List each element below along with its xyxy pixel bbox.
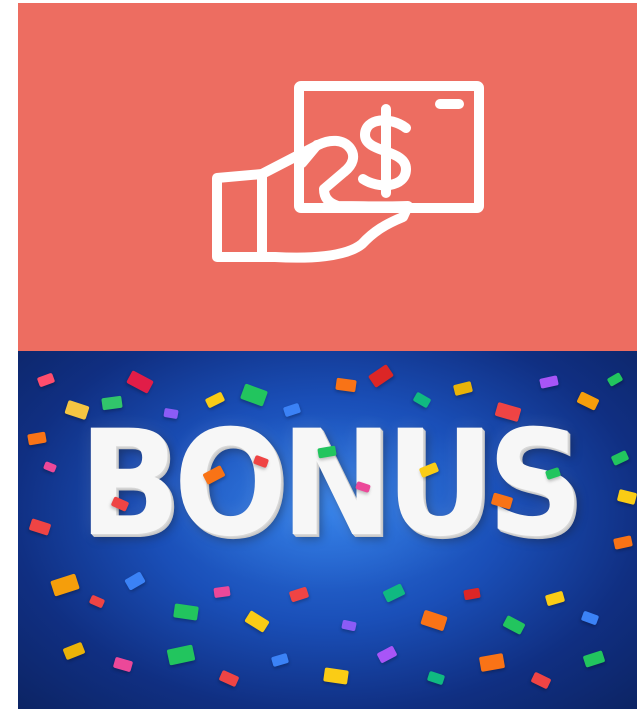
hand-holding-banknote-icon: [212, 81, 484, 263]
confetti-piece: [367, 364, 395, 388]
confetti-piece: [580, 610, 600, 626]
confetti-piece: [62, 641, 86, 661]
bonus-banner: BONUS: [18, 351, 637, 709]
bonus-title: BONUS: [78, 399, 583, 569]
confetti-piece: [539, 375, 559, 389]
confetti-piece: [452, 380, 474, 397]
confetti-piece: [376, 645, 398, 664]
confetti-piece: [426, 670, 446, 686]
confetti-piece: [341, 619, 357, 632]
payment-panel: [18, 3, 637, 351]
confetti-piece: [112, 656, 134, 673]
confetti-piece: [126, 370, 154, 394]
confetti-piece: [335, 377, 357, 393]
confetti-piece: [323, 667, 349, 685]
confetti-piece: [606, 372, 624, 387]
confetti-piece: [270, 652, 290, 668]
confetti-piece: [173, 603, 199, 621]
confetti-piece: [530, 671, 552, 690]
confetti-piece: [616, 489, 637, 505]
confetti-piece: [244, 610, 270, 633]
confetti-piece: [88, 594, 106, 609]
confetti-piece: [420, 609, 448, 632]
confetti-piece: [582, 650, 606, 668]
confetti-piece: [218, 669, 240, 688]
confetti-piece: [124, 571, 146, 591]
confetti-piece: [610, 450, 630, 466]
confetti-piece: [613, 535, 633, 550]
confetti-piece: [502, 615, 526, 635]
confetti-piece: [166, 644, 196, 666]
confetti-piece: [36, 372, 56, 388]
confetti-piece: [544, 590, 566, 607]
confetti-piece: [576, 391, 600, 411]
confetti-piece: [478, 653, 506, 672]
confetti-piece: [50, 573, 80, 597]
